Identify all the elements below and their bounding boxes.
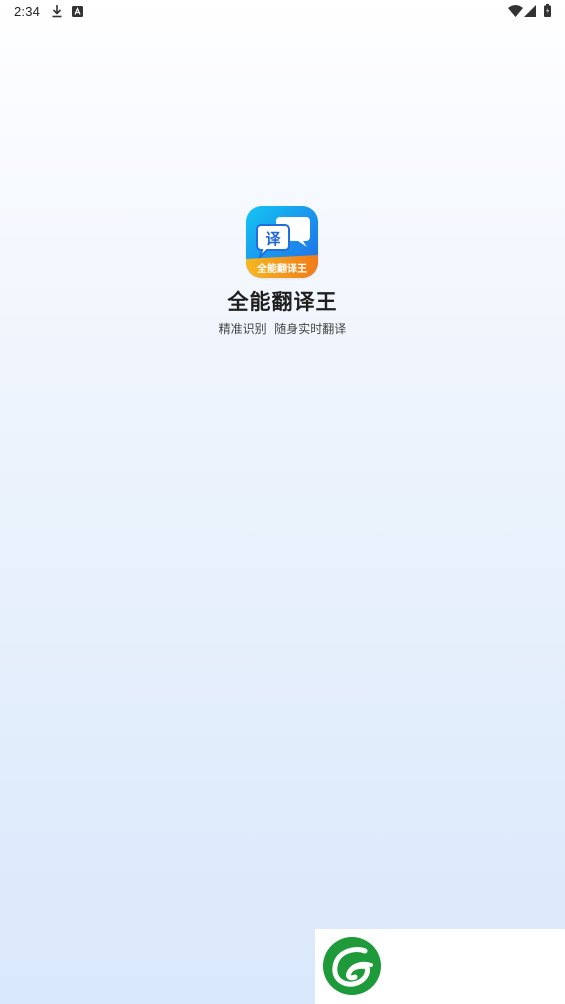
app-icon-glyph: 译	[265, 230, 281, 248]
cellular-signal-icon	[524, 5, 536, 17]
status-bar: 2:34	[0, 0, 565, 24]
app-icon: 译 全能翻译王	[246, 206, 318, 278]
app-name: 全能翻译王	[227, 290, 338, 314]
green-leaf-logo-icon[interactable]	[321, 935, 383, 997]
app-slogan: 精准识别 随身实时翻译	[218, 322, 347, 336]
app-icon-banner-text: 全能翻译王	[256, 262, 307, 275]
download-icon	[52, 5, 62, 18]
ad-panel[interactable]	[315, 929, 565, 1004]
wifi-icon	[508, 5, 523, 17]
a-notification-icon	[72, 6, 83, 17]
status-time: 2:34	[14, 4, 41, 19]
battery-icon	[544, 4, 551, 17]
